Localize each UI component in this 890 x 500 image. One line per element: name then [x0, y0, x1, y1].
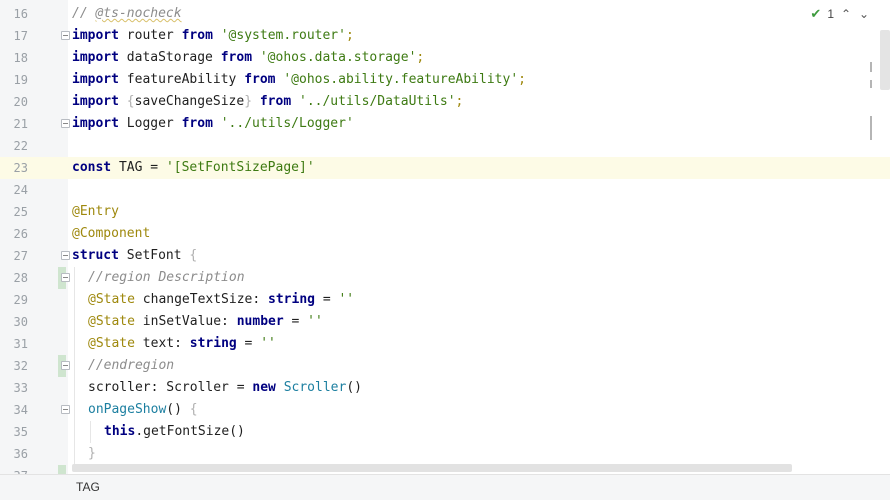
line-number: 20: [13, 95, 28, 109]
line-number: 36: [13, 447, 28, 461]
line-number: 16: [13, 7, 28, 21]
line-number: 18: [13, 51, 28, 65]
code-line[interactable]: 17 import router from '@system.router';: [0, 25, 890, 47]
line-number: 37: [0, 465, 28, 474]
inspection-count: 1: [827, 7, 834, 21]
line-number: 32: [13, 359, 28, 373]
line-number: 21: [13, 117, 28, 131]
code-text: //endregion: [88, 358, 175, 373]
code-line[interactable]: 19 import featureAbility from '@ohos.abi…: [0, 69, 890, 91]
code-text: scroller: Scroller = new Scroller(): [88, 380, 362, 395]
code-text: import dataStorage from '@ohos.data.stor…: [72, 50, 425, 65]
code-text: this.getFontSize(): [104, 424, 245, 439]
code-text: @Entry: [72, 204, 119, 219]
code-line[interactable]: 29 @State changeTextSize: string = '': [0, 289, 890, 311]
line-number: 33: [13, 381, 28, 395]
indent-guide: [90, 421, 91, 443]
code-text: @State changeTextSize: string = '': [88, 292, 355, 307]
code-line[interactable]: 26 @Component: [0, 223, 890, 245]
line-number: 25: [13, 205, 28, 219]
error-stripe-marker[interactable]: [870, 80, 872, 88]
code-line[interactable]: 34 onPageShow() {: [0, 399, 890, 421]
code-line[interactable]: 22: [0, 135, 890, 157]
code-text: // @ts-nocheck: [72, 6, 182, 21]
line-number: 34: [13, 403, 28, 417]
code-line[interactable]: 31 @State text: string = '': [0, 333, 890, 355]
code-editor[interactable]: 16 // @ts-nocheck 17 import router from …: [0, 0, 890, 474]
fold-toggle-icon[interactable]: [61, 405, 70, 414]
code-text: import Logger from '../utils/Logger': [72, 116, 354, 131]
line-number: 22: [13, 139, 28, 153]
code-text: @Component: [72, 226, 151, 241]
code-line[interactable]: 35 this.getFontSize(): [0, 421, 890, 443]
next-highlight-button[interactable]: ⌄: [858, 7, 870, 21]
vertical-scrollbar-thumb[interactable]: [880, 30, 890, 90]
line-number: 29: [13, 293, 28, 307]
code-text: const TAG = '[SetFontSizePage]': [72, 160, 315, 175]
error-stripe-marker[interactable]: [870, 116, 872, 140]
code-line[interactable]: 24: [0, 179, 890, 201]
line-number: 26: [13, 227, 28, 241]
breadcrumb-bar: TAG: [0, 474, 890, 500]
code-line-current[interactable]: 23 const TAG = '[SetFontSizePage]': [0, 157, 890, 179]
error-stripe-marker[interactable]: [870, 62, 872, 72]
line-number: 31: [13, 337, 28, 351]
code-line[interactable]: 25 @Entry: [0, 201, 890, 223]
line-number: 23: [13, 161, 28, 175]
code-text: import router from '@system.router';: [72, 28, 354, 43]
code-line[interactable]: 36 }: [0, 443, 890, 465]
breadcrumb-item[interactable]: TAG: [76, 475, 100, 500]
inspection-widget[interactable]: ✔ 1 ⌃ ⌄: [810, 6, 870, 22]
code-line[interactable]: 30 @State inSetValue: number = '': [0, 311, 890, 333]
code-line[interactable]: 33 scroller: Scroller = new Scroller(): [0, 377, 890, 399]
line-number: 17: [13, 29, 28, 43]
code-text: onPageShow() {: [88, 402, 198, 417]
code-line[interactable]: 32 //endregion: [0, 355, 890, 377]
code-line[interactable]: 28 //region Description: [0, 267, 890, 289]
previous-highlight-button[interactable]: ⌃: [840, 7, 852, 21]
line-number: 35: [13, 425, 28, 439]
line-number: 19: [13, 73, 28, 87]
indent-guide: [74, 267, 75, 465]
fold-toggle-icon[interactable]: [61, 251, 70, 260]
horizontal-scrollbar-thumb[interactable]: [72, 464, 792, 472]
code-text: struct SetFont {: [72, 248, 198, 263]
code-line[interactable]: 20 import {saveChangeSize} from '../util…: [0, 91, 890, 113]
line-number: 24: [13, 183, 28, 197]
fold-toggle-icon[interactable]: [61, 273, 70, 282]
fold-toggle-icon[interactable]: [61, 31, 70, 40]
vcs-change-marker[interactable]: [58, 465, 66, 474]
fold-toggle-icon[interactable]: [61, 361, 70, 370]
fold-toggle-icon[interactable]: [61, 119, 70, 128]
inspection-ok-icon: ✔: [810, 6, 822, 21]
code-text: @State inSetValue: number = '': [88, 314, 323, 329]
line-number: 27: [13, 249, 28, 263]
code-text: //region Description: [88, 270, 245, 285]
line-number: 28: [13, 271, 28, 285]
code-line[interactable]: 21 import Logger from '../utils/Logger': [0, 113, 890, 135]
code-text: }: [88, 446, 96, 461]
code-line[interactable]: 16 // @ts-nocheck: [0, 3, 890, 25]
code-text: import featureAbility from '@ohos.abilit…: [72, 72, 526, 87]
code-text: import {saveChangeSize} from '../utils/D…: [72, 94, 464, 109]
code-line[interactable]: 18 import dataStorage from '@ohos.data.s…: [0, 47, 890, 69]
code-text: @State text: string = '': [88, 336, 276, 351]
code-line[interactable]: 27 struct SetFont {: [0, 245, 890, 267]
line-number: 30: [13, 315, 28, 329]
